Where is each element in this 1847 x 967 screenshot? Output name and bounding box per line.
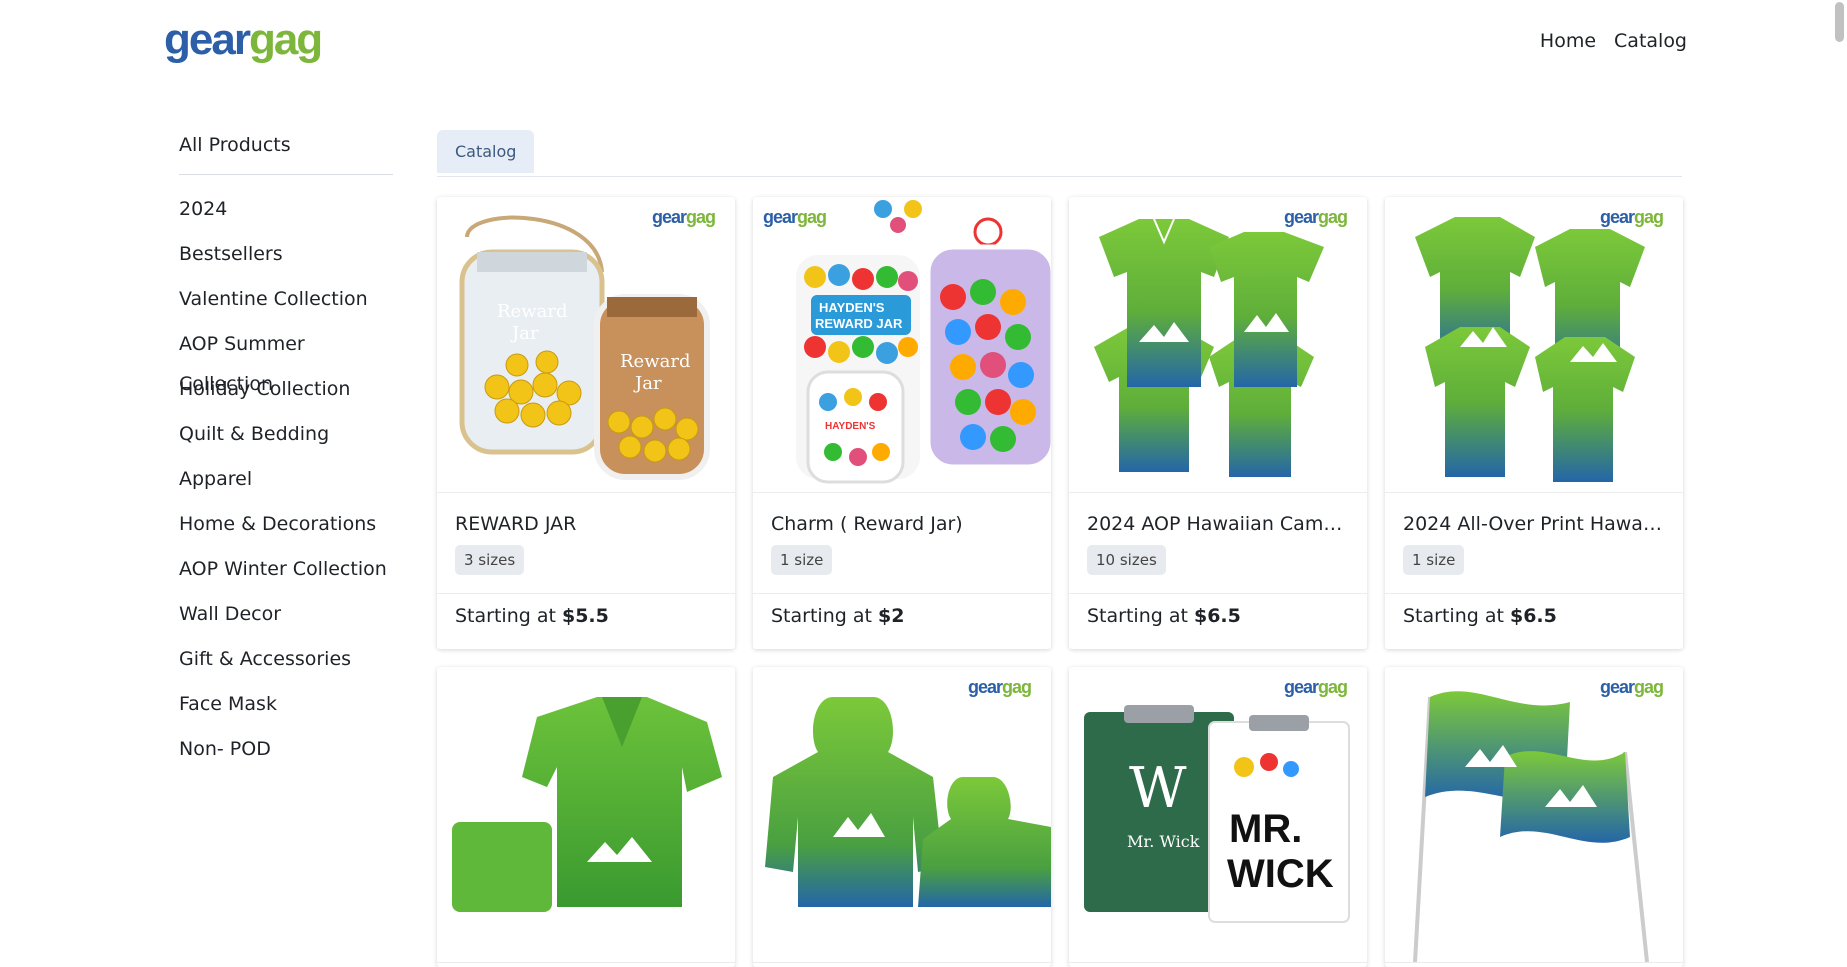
brand-watermark: geargag [1283,677,1348,697]
sidebar-item-valentine[interactable]: Valentine Collection [179,279,393,324]
sidebar-item-apparel[interactable]: Apparel [179,459,393,504]
svg-text:MR.: MR. [1229,807,1302,851]
product-card[interactable]: geargag Reward Jar Reward Jar REWARD JAR… [437,197,735,649]
product-card[interactable] [437,667,735,967]
sidebar-item-bestsellers[interactable]: Bestsellers [179,234,393,279]
svg-text:Mr. Wick: Mr. Wick [1127,832,1200,851]
product-card[interactable]: geargag [753,667,1051,967]
brand-watermark: geargag [651,207,716,227]
svg-text:W: W [1129,756,1187,821]
sidebar-item-quilt-bedding[interactable]: Quilt & Bedding [179,414,393,459]
svg-text:Reward: Reward [620,351,690,372]
sidebar-item-gift-accessories[interactable]: Gift & Accessories [179,639,393,684]
brand-watermark: geargag [1283,207,1348,227]
product-title[interactable]: 2024 All-Over Print Hawaiian Shirt [1403,513,1665,535]
brand-watermark: geargag [763,207,827,227]
top-navigation: Home Catalog [1540,30,1687,52]
brand-watermark: geargag [1599,207,1664,227]
nav-catalog-link[interactable]: Catalog [1614,30,1687,52]
sidebar-item-non-pod[interactable]: Non- POD [179,729,393,774]
product-image-flags[interactable]: geargag [1385,667,1683,963]
svg-text:Reward: Reward [497,301,567,322]
product-image-charm-reward-jar[interactable]: geargag HAYDEN'S REWARD JAR HAYDEN'S [753,197,1051,493]
product-image-hoodies[interactable]: geargag [753,667,1051,963]
logo-text-gag: gag [248,15,323,64]
category-sidebar: All Products 2024 Bestsellers Valentine … [179,128,393,774]
product-image-hawaiian-shirts[interactable]: geargag [1385,197,1683,493]
sidebar-item-2024[interactable]: 2024 [179,189,393,234]
svg-text:REWARD JAR: REWARD JAR [815,316,903,331]
product-image-shirt-and-shorts[interactable] [437,667,735,963]
sidebar-item-aop-summer[interactable]: AOP Summer Collection [179,324,393,395]
product-title[interactable]: REWARD JAR [455,513,717,535]
product-card[interactable]: geargag W Mr. Wick MR. WICK [1069,667,1367,967]
size-count-badge: 1 size [771,545,833,575]
sidebar-item-face-mask[interactable]: Face Mask [179,684,393,729]
sidebar-item-all-products[interactable]: All Products [179,128,393,166]
product-card[interactable]: geargag [1385,667,1683,967]
geargag-logo[interactable]: geargag [164,15,323,64]
svg-text:HAYDEN'S: HAYDEN'S [819,300,885,315]
size-count-badge: 1 size [1403,545,1465,575]
brand-watermark: geargag [967,677,1032,697]
product-image-reward-jar[interactable]: geargag Reward Jar Reward Jar [437,197,735,493]
svg-text:Jar: Jar [510,323,539,344]
catalog-main: Catalog geargag Reward Jar Reward Jar RE… [437,130,1683,967]
product-title[interactable]: 2024 AOP Hawaiian Camp Shirt [1087,513,1349,535]
breadcrumb-catalog-tab[interactable]: Catalog [437,130,535,173]
scrollbar-thumb[interactable] [1835,2,1844,42]
product-grid: geargag Reward Jar Reward Jar REWARD JAR… [437,197,1683,967]
sidebar-item-aop-winter[interactable]: AOP Winter Collection [179,549,393,594]
logo-text-gear: gear [164,15,251,64]
sidebar-divider [179,174,393,175]
sidebar-item-wall-decor[interactable]: Wall Decor [179,594,393,639]
product-price: Starting at $6.5 [1385,593,1683,638]
nav-home-link[interactable]: Home [1540,30,1596,52]
brand-watermark: geargag [1599,677,1664,697]
sidebar-item-holiday[interactable]: Holiday Collection [179,369,393,414]
size-count-badge: 10 sizes [1087,545,1166,575]
product-card[interactable]: geargag [753,197,1051,649]
product-card[interactable]: geargag 2024 AOP Hawaiian Camp Shirt 10 … [1069,197,1367,649]
product-image-clipboards[interactable]: geargag W Mr. Wick MR. WICK [1069,667,1367,963]
svg-text:Jar: Jar [633,373,662,394]
product-image-hawaiian-shirts[interactable]: geargag [1069,197,1367,493]
page-scrollbar[interactable] [1831,0,1847,882]
product-price: Starting at $6.5 [1069,593,1367,638]
svg-text:WICK: WICK [1227,852,1334,896]
size-count-badge: 3 sizes [455,545,525,575]
product-price: Starting at $2 [753,593,1051,638]
sidebar-item-home-decorations[interactable]: Home & Decorations [179,504,393,549]
svg-text:HAYDEN'S: HAYDEN'S [825,421,876,432]
product-price: Starting at $5.5 [437,593,735,638]
breadcrumb: Catalog [437,130,1682,177]
product-title[interactable]: Charm ( Reward Jar) [771,513,1033,535]
product-card[interactable]: geargag 2024 All-Over Print Hawaiian Shi… [1385,197,1683,649]
